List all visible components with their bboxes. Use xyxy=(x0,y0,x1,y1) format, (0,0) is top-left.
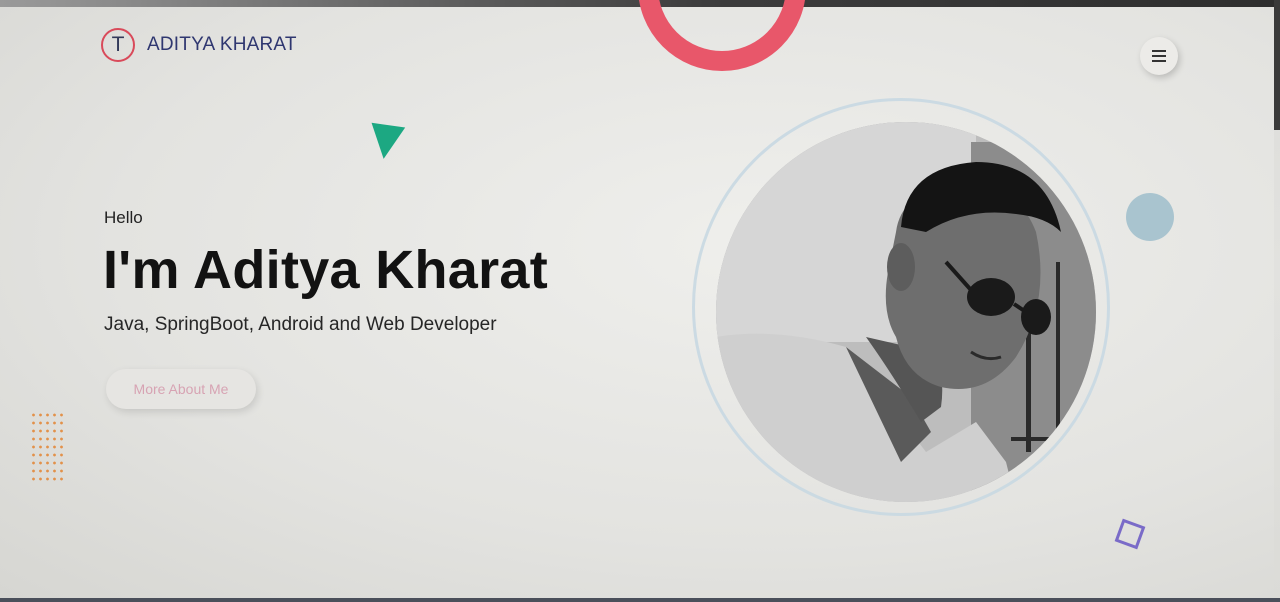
screen-bottom-bezel xyxy=(0,598,1280,602)
brand-logo-link[interactable]: T ADITYA KHARAT xyxy=(101,28,297,62)
hamburger-icon xyxy=(1152,50,1166,62)
hero-title: I'm Aditya Kharat xyxy=(103,240,549,300)
decorative-triangle xyxy=(366,122,406,162)
profile-photo xyxy=(716,122,1096,502)
more-about-me-button[interactable]: More About Me xyxy=(106,369,256,409)
logo-icon: T xyxy=(101,28,135,62)
decorative-ring xyxy=(638,0,806,71)
profile-photo-icon xyxy=(716,122,1096,502)
decorative-dot-grid xyxy=(30,411,66,481)
brand-name: ADITYA KHARAT xyxy=(147,34,297,55)
decorative-square xyxy=(1114,518,1146,550)
hero-section: T ADITYA KHARAT Hello I'm Aditya Kharat … xyxy=(0,0,1274,598)
hero-subtitle: Java, SpringBoot, Android and Web Develo… xyxy=(104,314,497,335)
menu-button[interactable] xyxy=(1140,37,1178,75)
screen-right-bezel xyxy=(1274,0,1280,130)
decorative-circle xyxy=(1126,193,1174,241)
greeting-text: Hello xyxy=(104,208,143,227)
